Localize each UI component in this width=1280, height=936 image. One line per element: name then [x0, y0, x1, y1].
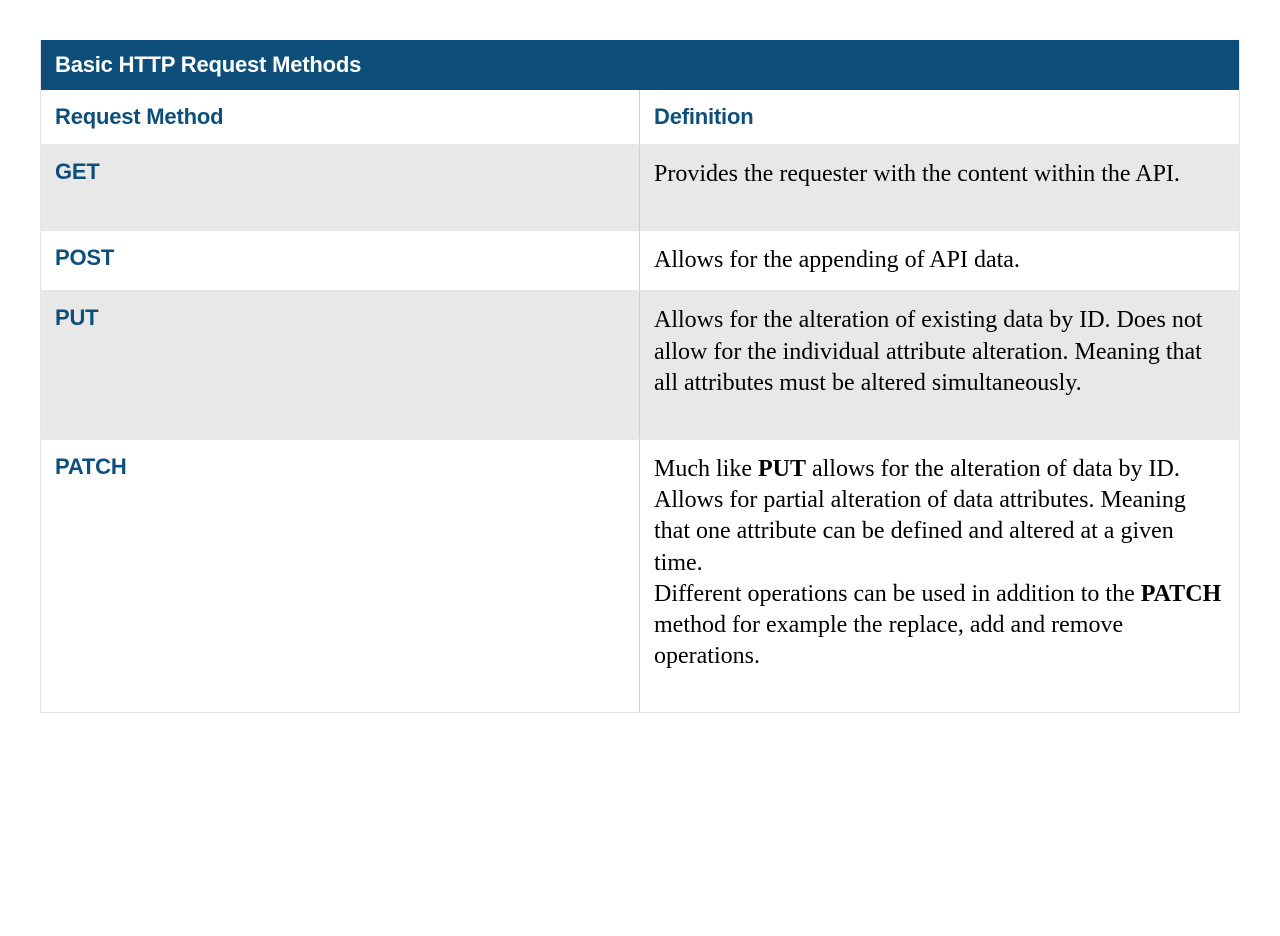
table-row: PATCHMuch like PUT allows for the altera… — [41, 440, 1239, 712]
method-cell: PATCH — [41, 440, 640, 712]
column-header-method: Request Method — [41, 90, 640, 144]
definition-cell: Allows for the appending of API data. — [640, 231, 1239, 290]
table-row: GET Provides the requester with the cont… — [41, 145, 1239, 231]
table-title: Basic HTTP Request Methods — [41, 40, 1239, 90]
table-row: POSTAllows for the appending of API data… — [41, 231, 1239, 291]
method-cell: POST — [41, 231, 640, 290]
definition-cell: Much like PUT allows for the alteration … — [640, 440, 1239, 712]
method-cell: GET — [41, 145, 640, 230]
definition-cell: Provides the requester with the content … — [640, 145, 1239, 230]
table-row: PUTAllows for the alteration of existing… — [41, 291, 1239, 440]
method-cell: PUT — [41, 291, 640, 439]
http-methods-table: Basic HTTP Request Methods Request Metho… — [40, 40, 1240, 713]
table-body: GET Provides the requester with the cont… — [41, 145, 1239, 712]
table-header-row: Request Method Definition — [41, 90, 1239, 145]
definition-cell: Allows for the alteration of existing da… — [640, 291, 1239, 439]
column-header-definition: Definition — [640, 90, 1239, 144]
